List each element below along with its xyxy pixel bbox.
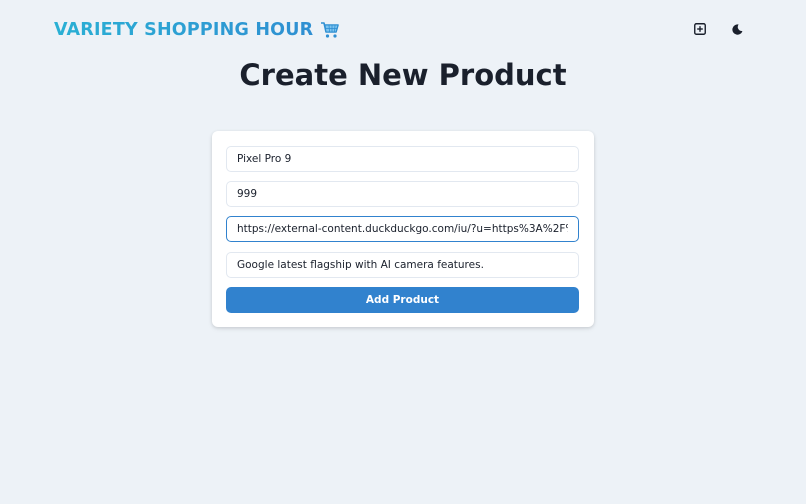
navbar: VARIETY SHOPPING HOUR xyxy=(0,0,806,62)
create-product-form: Add Product xyxy=(212,131,594,327)
add-product-button[interactable]: Add Product xyxy=(226,287,579,313)
create-product-button[interactable] xyxy=(688,19,712,43)
brand-link[interactable]: VARIETY SHOPPING HOUR xyxy=(54,20,340,40)
product-image-url-input[interactable] xyxy=(226,216,579,242)
page-title: Create New Product xyxy=(239,58,567,92)
product-name-input[interactable] xyxy=(226,146,579,172)
moon-icon xyxy=(731,22,743,40)
shopping-cart-icon xyxy=(320,21,340,39)
plus-square-icon xyxy=(694,22,706,40)
toggle-theme-button[interactable] xyxy=(725,19,749,43)
product-price-input[interactable] xyxy=(226,181,579,207)
product-description-input[interactable] xyxy=(226,252,579,278)
brand-title: VARIETY SHOPPING HOUR xyxy=(54,20,314,40)
